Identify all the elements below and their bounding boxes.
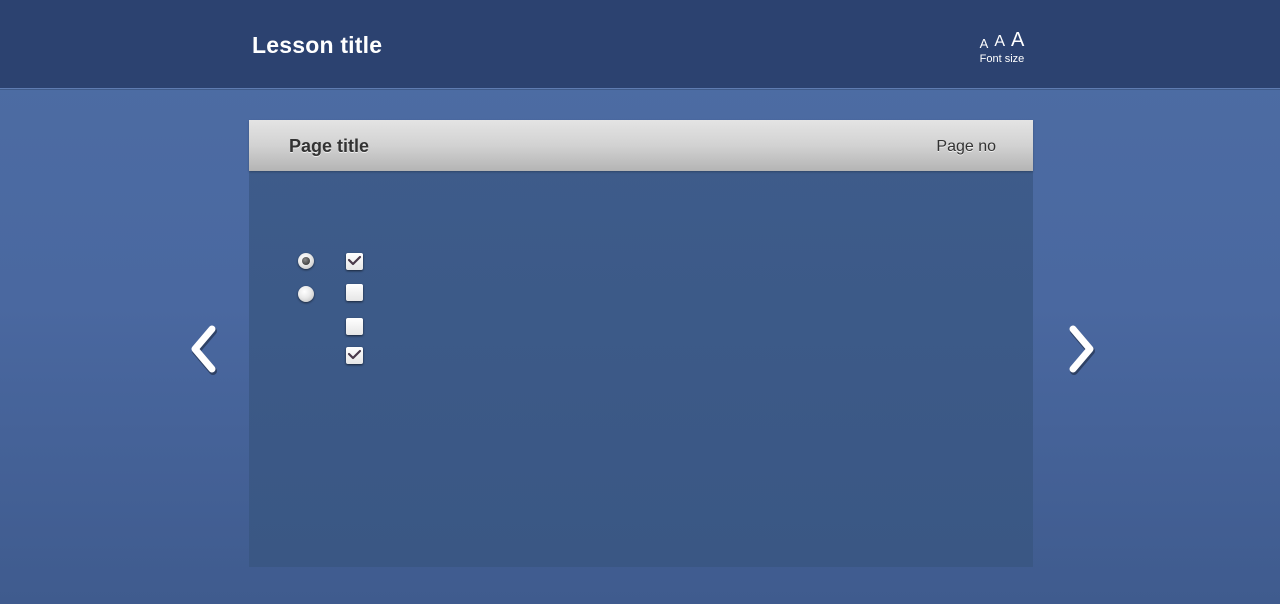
font-size-large-button[interactable]: A bbox=[1011, 30, 1024, 50]
font-size-options: A A A bbox=[972, 28, 1032, 50]
font-size-label: Font size bbox=[979, 53, 1025, 65]
radio-option-1[interactable] bbox=[298, 253, 314, 269]
checkmark-icon bbox=[347, 255, 362, 266]
lesson-title: Lesson title bbox=[252, 32, 383, 58]
previous-page-button[interactable] bbox=[186, 323, 220, 375]
radio-option-2[interactable] bbox=[298, 286, 314, 302]
next-page-button[interactable] bbox=[1065, 323, 1099, 375]
font-size-control: A A A Font size bbox=[972, 28, 1032, 68]
radio-selected-dot bbox=[302, 257, 310, 265]
chevron-right-icon bbox=[1069, 325, 1095, 375]
checkbox-option-4[interactable] bbox=[346, 347, 363, 364]
page-panel: Page title Page no bbox=[249, 120, 1033, 567]
checkbox-option-2[interactable] bbox=[346, 284, 363, 301]
checkmark-icon bbox=[347, 349, 362, 360]
page-header: Page title Page no bbox=[249, 120, 1033, 171]
page-title: Page title bbox=[289, 136, 370, 156]
checkbox-option-3[interactable] bbox=[346, 318, 363, 335]
page-number: Page no bbox=[936, 138, 996, 155]
chevron-left-icon bbox=[191, 325, 217, 375]
lesson-header: Lesson title A A A Font size bbox=[0, 0, 1280, 89]
font-size-medium-button[interactable]: A bbox=[994, 34, 1005, 50]
checkbox-option-1[interactable] bbox=[346, 253, 363, 270]
font-size-small-button[interactable]: A bbox=[980, 37, 989, 50]
